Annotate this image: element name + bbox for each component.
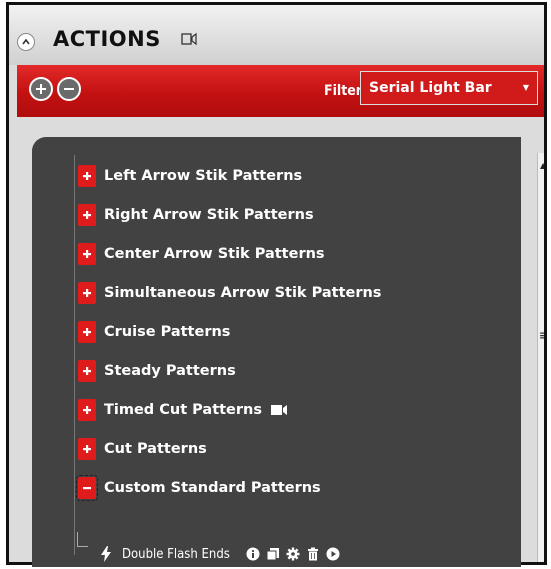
expand-toggle[interactable] [78,165,96,187]
trash-icon[interactable] [306,547,320,561]
tree-connector-line [74,155,75,555]
video-icon [271,405,287,415]
expand-toggle[interactable] [78,321,96,343]
tree-item[interactable]: Simultaneous Arrow Stik Patterns [78,281,381,305]
tree-item-label: Cruise Patterns [104,324,231,340]
tree-item[interactable]: Cruise Patterns [78,320,230,344]
expand-toggle[interactable] [78,399,96,421]
tree-item-label: Simultaneous Arrow Stik Patterns [104,285,382,301]
minus-icon [64,88,74,90]
filter-dropdown-value: Serial Light Bar [369,80,492,96]
dropdown-arrow-icon: ▼ [522,83,529,92]
scroll-up-icon[interactable]: ▲ [540,161,544,170]
tree-item-label: Custom Standard Patterns [104,480,321,496]
actions-tree [32,137,521,567]
chevron-up-icon [22,38,30,45]
collapse-panel-button[interactable] [17,33,35,51]
expand-toggle[interactable] [78,438,96,460]
tree-child-item[interactable]: Double Flash Ends [76,543,340,565]
video-icon [181,32,197,46]
plus-icon [83,289,91,297]
plus-icon [83,328,91,336]
copy-icon[interactable] [266,547,280,561]
tree-item[interactable]: Left Arrow Stik Patterns [78,164,302,188]
tree-item-label: Steady Patterns [104,363,236,379]
expand-toggle[interactable] [78,204,96,226]
expand-toggle[interactable] [78,243,96,265]
filter-dropdown[interactable]: Serial Light Bar ▼ [360,71,538,105]
info-icon[interactable] [246,547,260,561]
tree-item[interactable]: Timed Cut Patterns [78,398,288,422]
tree-item[interactable]: Steady Patterns [78,359,236,383]
panel-title: ACTIONS [53,27,161,51]
tree-item-label: Right Arrow Stik Patterns [104,207,314,223]
plus-icon [83,445,91,453]
plus-icon [83,211,91,219]
plus-icon [83,172,91,180]
remove-button[interactable] [57,77,81,101]
actions-toolbar: Filter: Serial Light Bar ▼ [17,65,544,117]
play-icon[interactable] [326,547,340,561]
expand-toggle[interactable] [78,360,96,382]
tree-item-label: Cut Patterns [104,441,207,457]
plus-icon [83,250,91,258]
tree-item[interactable]: Center Arrow Stik Patterns [78,242,325,266]
expand-toggle[interactable] [78,282,96,304]
plus-icon [83,367,91,375]
gear-icon[interactable] [286,547,300,561]
tree-item[interactable]: Custom Standard Patterns [76,475,321,501]
lightning-icon [101,546,111,562]
tree-item-label: Timed Cut Patterns [104,402,262,418]
plus-icon [36,84,46,94]
tree-item-label: Center Arrow Stik Patterns [104,246,325,262]
collapse-toggle[interactable] [76,475,98,501]
tree-item[interactable]: Right Arrow Stik Patterns [78,203,314,227]
tree-child-label: Double Flash Ends [122,546,230,562]
add-button[interactable] [29,77,53,101]
minus-icon [83,487,91,490]
tree-item-label: Left Arrow Stik Patterns [104,168,303,184]
plus-icon [83,406,91,414]
tree-item[interactable]: Cut Patterns [78,437,207,461]
panel-header: ACTIONS [9,5,544,65]
scroll-grip-icon[interactable]: ≡ [539,329,544,342]
tree-scrollbar[interactable]: ▲ ≡ [537,153,544,562]
